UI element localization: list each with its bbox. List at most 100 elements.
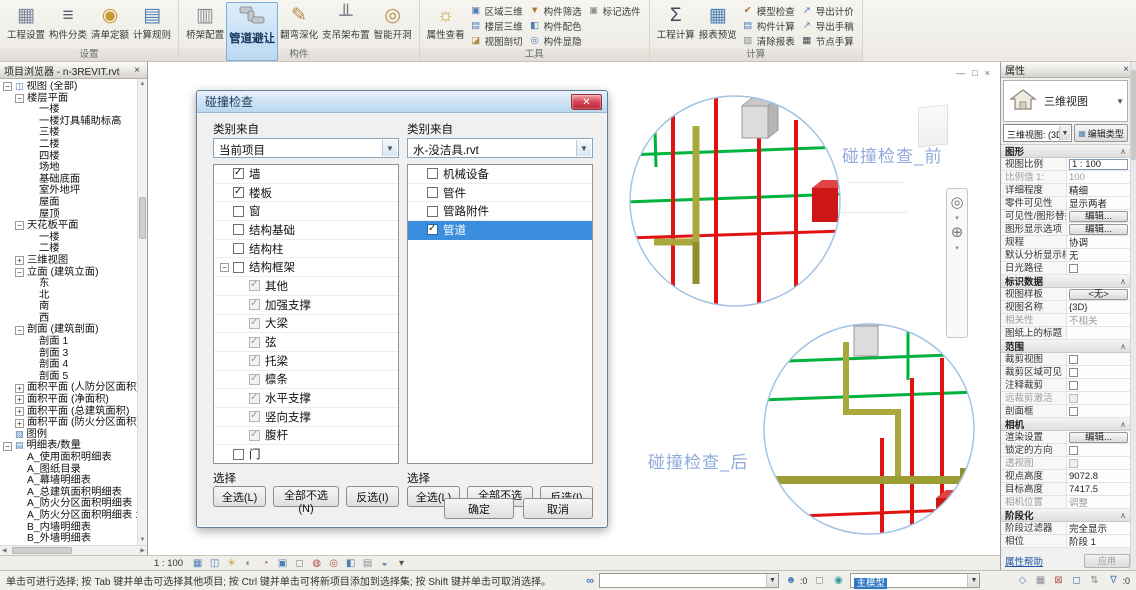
ribbon-button-view-section[interactable]: ◪视图剖切 xyxy=(470,33,523,48)
ribbon-button-component-visibility[interactable]: ◎构件显隐 xyxy=(529,33,582,48)
analysis-icon[interactable]: ◧ xyxy=(344,557,357,570)
category-row[interactable]: 机械设备 xyxy=(408,165,592,184)
tree-item[interactable]: 一楼灯具辅助标高 xyxy=(0,116,137,128)
tree-item[interactable]: 四楼 xyxy=(0,151,137,163)
collapse-icon[interactable]: ∧ xyxy=(1120,277,1126,286)
tree-item[interactable]: 一楼 xyxy=(0,232,137,244)
category-row[interactable]: 管路附件 xyxy=(408,202,592,221)
property-value[interactable]: 阶段 1 xyxy=(1067,534,1130,548)
checkbox[interactable] xyxy=(427,224,438,235)
scroll-thumb[interactable] xyxy=(139,197,146,239)
category-row[interactable]: 檩条 xyxy=(214,371,398,390)
ribbon-button-property-view[interactable]: ☼属性查看 xyxy=(425,2,467,48)
property-value[interactable]: 显示两者 xyxy=(1067,196,1130,210)
expand-icon[interactable]: − xyxy=(15,268,24,277)
checkbox[interactable] xyxy=(233,206,244,217)
tree-item[interactable]: +面积平面 (人防分区面积) xyxy=(0,382,137,394)
checkbox[interactable] xyxy=(233,187,244,198)
category-row[interactable]: 墙 xyxy=(214,165,398,184)
ribbon-button-project-settings[interactable]: ▦工程设置 xyxy=(5,2,47,48)
ribbon-button-mark-selection[interactable]: ▣标记选件 xyxy=(588,3,641,18)
apply-button[interactable]: 应用 xyxy=(1084,554,1130,568)
select-pinned-icon[interactable]: ⊠ xyxy=(1051,575,1065,586)
tree-item[interactable]: 场地 xyxy=(0,162,137,174)
checkbox[interactable] xyxy=(1069,264,1078,273)
category-row[interactable]: 水平支撑 xyxy=(214,389,398,408)
tree-item[interactable]: 三楼 xyxy=(0,127,137,139)
scroll-thumb[interactable] xyxy=(12,547,72,554)
ribbon-button-export-pricing[interactable]: ↗导出计价 xyxy=(801,3,854,18)
expand-icon[interactable]: + xyxy=(15,407,24,416)
category-row[interactable]: 大梁 xyxy=(214,315,398,334)
checkbox[interactable] xyxy=(1069,394,1078,403)
ribbon-button-engineering-calc[interactable]: Σ工程计算 xyxy=(655,2,697,48)
checkbox[interactable] xyxy=(233,243,244,254)
reveal-hidden-icon[interactable]: ◎ xyxy=(327,557,340,570)
tree-item[interactable]: −楼层平面 xyxy=(0,93,137,105)
tree-item[interactable]: 一楼 xyxy=(0,104,137,116)
checkbox[interactable] xyxy=(249,337,260,348)
value-input[interactable]: 1 : 100 xyxy=(1069,159,1128,170)
category-row[interactable]: 门 xyxy=(214,445,398,464)
restore-icon[interactable]: □ xyxy=(972,68,977,78)
checkbox[interactable] xyxy=(249,299,260,310)
view-scale-label[interactable]: 1 : 100 xyxy=(154,558,183,569)
property-value[interactable] xyxy=(1067,446,1130,455)
tree-item[interactable]: 基础底面 xyxy=(0,174,137,186)
tree-item[interactable]: 二楼 xyxy=(0,243,137,255)
invert-selection-button[interactable]: 反选(I) xyxy=(346,486,399,507)
checkbox[interactable] xyxy=(249,430,260,441)
close-icon[interactable]: × xyxy=(985,68,990,78)
scroll-thumb[interactable] xyxy=(1131,70,1136,160)
tree-item[interactable]: 剖面 5 xyxy=(0,371,137,383)
property-value[interactable]: 不相关 xyxy=(1067,313,1130,327)
ribbon-button-quota-list[interactable]: ◉清单定额 xyxy=(89,2,131,48)
project-browser-header[interactable]: 项目浏览器 - n-3REVIT.rvt × xyxy=(0,62,147,79)
view-type-combobox[interactable]: 三维视图: (3D) ▼ xyxy=(1003,124,1072,142)
checkbox[interactable] xyxy=(1069,446,1078,455)
project-browser-hscrollbar[interactable]: ◀ ▶ xyxy=(0,545,147,555)
expand-icon[interactable]: + xyxy=(15,395,24,404)
drag-on-selection-icon[interactable]: ⇅ xyxy=(1087,575,1101,586)
property-group-identity-data[interactable]: 标识数据∧ xyxy=(1001,275,1130,288)
ribbon-button-node-calc[interactable]: ▦节点手算 xyxy=(801,33,854,48)
properties-header[interactable]: 属性 × xyxy=(1001,62,1136,78)
edit-button[interactable]: 编辑... xyxy=(1069,211,1128,222)
property-value[interactable] xyxy=(1067,264,1130,273)
tree-item[interactable]: 剖面 4 xyxy=(0,359,137,371)
properties-scrollbar[interactable] xyxy=(1130,62,1136,570)
tree-item[interactable]: A_防火分区面积明细表 1 xyxy=(0,510,137,522)
ribbon-button-bend-deepen[interactable]: ✎翻弯深化 xyxy=(278,2,320,48)
select-none-button[interactable]: 全部不选(N) xyxy=(273,486,339,507)
ribbon-button-model-check[interactable]: ✔模型检查 xyxy=(742,3,795,18)
more-icon[interactable]: ▾ xyxy=(395,557,408,570)
project-browser-vscrollbar[interactable]: ▲ ▼ xyxy=(137,79,147,545)
ribbon-button-component-calc[interactable]: ▤构件计算 xyxy=(742,18,795,33)
tree-item[interactable]: 剖面 1 xyxy=(0,336,137,348)
checkbox[interactable] xyxy=(249,355,260,366)
ribbon-button-export-draft[interactable]: ↗导出手稿 xyxy=(801,18,854,33)
ribbon-button-pipe-avoidance[interactable]: 管道避让 xyxy=(226,2,278,61)
ribbon-button-component-filter[interactable]: ▼构件筛选 xyxy=(529,3,582,18)
tree-item[interactable]: ▧图例 xyxy=(0,429,137,441)
checkbox[interactable] xyxy=(1069,459,1078,468)
tree-item[interactable]: 屋顶 xyxy=(0,209,137,221)
tree-item[interactable]: 屋面 xyxy=(0,197,137,209)
checkbox[interactable] xyxy=(249,280,260,291)
property-value[interactable]: 编辑... xyxy=(1067,224,1130,235)
property-value[interactable] xyxy=(1067,394,1130,403)
ribbon-button-calc-rules[interactable]: ▤计算规则 xyxy=(131,2,173,48)
cancel-button[interactable]: 取消 xyxy=(523,498,593,519)
ribbon-button-component-classify[interactable]: ≡构件分类 xyxy=(47,2,89,48)
property-value[interactable] xyxy=(1067,355,1130,364)
visual-style-icon[interactable]: ◫ xyxy=(208,557,221,570)
tree-item[interactable]: A_使用面积明细表 xyxy=(0,452,137,464)
tree-item[interactable]: A_防火分区面积明细表 xyxy=(0,498,137,510)
checkbox[interactable] xyxy=(1069,355,1078,364)
category-row[interactable]: 托梁 xyxy=(214,352,398,371)
ribbon-button-cable-tray-config[interactable]: ▥桥架配置 xyxy=(184,2,226,48)
left-category-list[interactable]: 墙楼板窗结构基础结构柱−结构框架其他加强支撑大梁弦托梁檩条水平支撑竖向支撑腹杆门 xyxy=(213,164,399,464)
tree-item[interactable]: +面积平面 (净面积) xyxy=(0,394,137,406)
tree-item[interactable]: 二楼 xyxy=(0,139,137,151)
select-links-icon[interactable]: ◇ xyxy=(1015,575,1029,586)
